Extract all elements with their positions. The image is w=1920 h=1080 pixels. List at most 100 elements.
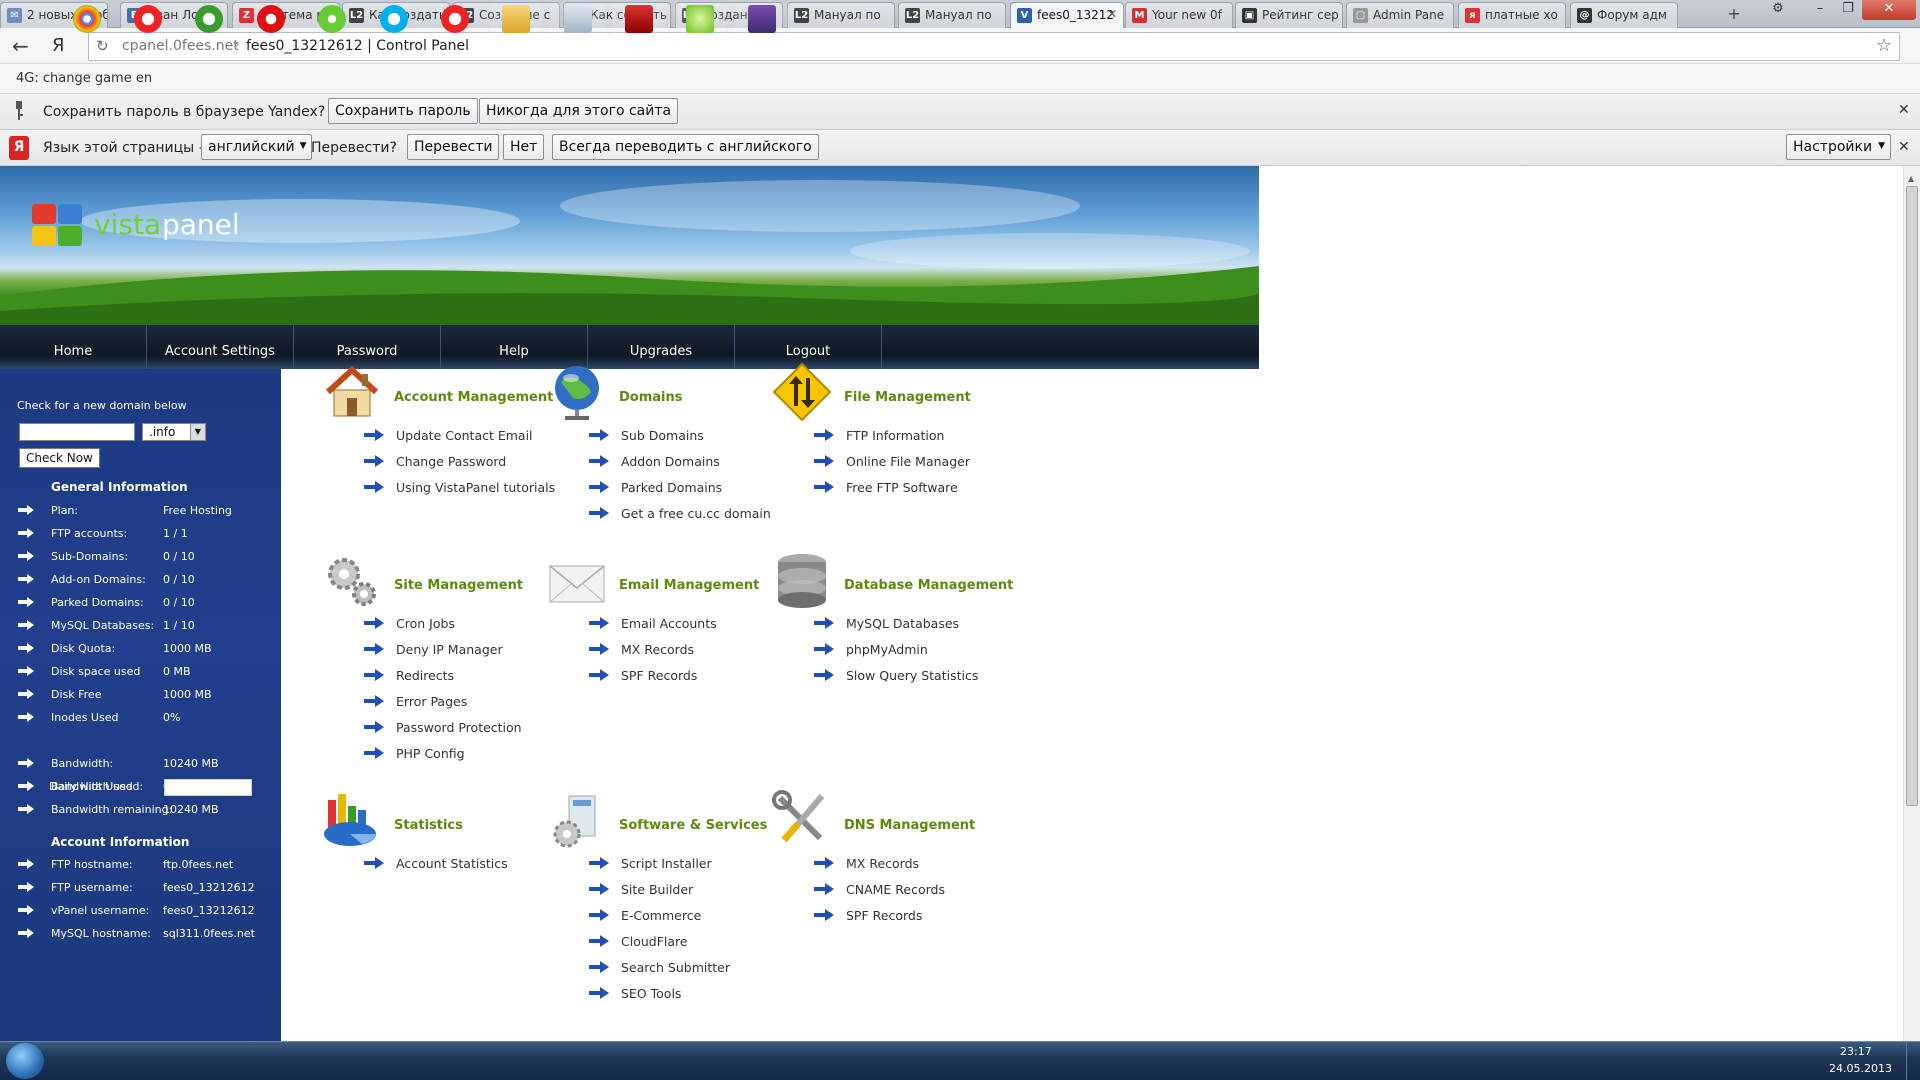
nav-home[interactable]: Home: [0, 325, 147, 369]
section-link[interactable]: CNAME Records: [846, 882, 945, 897]
bookmark-item[interactable]: 4G: change game en: [16, 71, 152, 86]
section-link[interactable]: Script Installer: [621, 856, 712, 871]
translate-button[interactable]: Перевести: [407, 134, 500, 160]
domain-input[interactable]: [19, 423, 135, 441]
section-link[interactable]: FTP Information: [846, 428, 944, 443]
sidebar-info-row: Disk Quota: 1000 MB: [0, 641, 281, 659]
arrow-right-icon: [18, 528, 34, 538]
section-link[interactable]: MySQL Databases: [846, 616, 959, 631]
browser-tab[interactable]: я платные хо: [1458, 2, 1566, 28]
section-link[interactable]: Get a free cu.cc domain: [621, 506, 771, 521]
section-link[interactable]: MX Records: [621, 642, 694, 657]
browser-tab[interactable]: L2 Мануал по: [787, 2, 895, 28]
section-link[interactable]: Password Protection: [396, 720, 522, 735]
new-tab-button[interactable]: +: [1722, 4, 1746, 24]
section-link[interactable]: Redirects: [396, 668, 454, 683]
green-app-icon[interactable]: [673, 3, 727, 36]
browser-tab[interactable]: L2 Мануал по: [898, 2, 1006, 28]
section-link[interactable]: Free FTP Software: [846, 480, 958, 495]
back-icon[interactable]: ←: [12, 34, 29, 58]
info-value: fees0_13212612: [163, 881, 255, 894]
link-arrow-icon: [589, 507, 609, 519]
close-password-bar-icon[interactable]: ✕: [1898, 102, 1910, 118]
info-key: FTP accounts:: [51, 527, 128, 540]
nav-account-settings[interactable]: Account Settings: [147, 325, 294, 369]
section-link[interactable]: Addon Domains: [621, 454, 720, 469]
utorrent-icon[interactable]: [182, 3, 236, 36]
section-link[interactable]: Online File Manager: [846, 454, 970, 469]
start-button[interactable]: [6, 1043, 44, 1079]
tab-close-icon[interactable]: ✕: [1107, 7, 1117, 21]
yandex-icon[interactable]: Я: [52, 35, 65, 56]
section-link[interactable]: Email Accounts: [621, 616, 717, 631]
skype-icon[interactable]: [367, 3, 421, 36]
chrome-icon[interactable]: [60, 3, 114, 36]
opera-icon[interactable]: [244, 3, 298, 36]
scroll-thumb[interactable]: [1906, 186, 1918, 806]
yandex-icon[interactable]: [428, 3, 482, 36]
language-select[interactable]: английский ▼: [201, 134, 312, 160]
section-link[interactable]: Sub Domains: [621, 428, 704, 443]
notepad-icon[interactable]: [551, 3, 605, 36]
section-link[interactable]: Update Contact Email: [396, 428, 533, 443]
restore-button[interactable]: ❐: [1834, 0, 1862, 20]
browser-tab[interactable]: Vfees0_13212 ✕: [1010, 2, 1124, 29]
section-link[interactable]: Parked Domains: [621, 480, 722, 495]
sidebar-info-row: Disk Free 1000 MB: [0, 687, 281, 705]
tld-select[interactable]: .info ▼: [142, 423, 206, 441]
section-link[interactable]: Slow Query Statistics: [846, 668, 978, 683]
section-title: Database Management: [844, 578, 1014, 593]
info-value: 1000 MB: [163, 688, 212, 701]
section-link[interactable]: SPF Records: [621, 668, 697, 683]
never-save-button[interactable]: Никогда для этого сайта: [479, 98, 679, 124]
section-link[interactable]: SPF Records: [846, 908, 922, 923]
section-link[interactable]: SEO Tools: [621, 986, 681, 1001]
check-now-button[interactable]: Check Now: [19, 448, 100, 468]
browser-tab[interactable]: M Your new 0f: [1125, 2, 1233, 28]
info-value: sql311.0fees.net: [163, 927, 255, 940]
no-translate-button[interactable]: Нет: [503, 134, 545, 160]
save-password-button[interactable]: Сохранить пароль: [328, 98, 478, 124]
globe-icon: [547, 362, 607, 422]
info-value: 10240 MB: [163, 757, 219, 770]
browser-tab[interactable]: ▣ Рейтинг сер: [1235, 2, 1343, 28]
link-arrow-icon: [364, 695, 384, 707]
winrar-icon[interactable]: [735, 3, 789, 36]
yandex-browser-icon[interactable]: [121, 3, 175, 36]
section-title: Site Management: [394, 578, 524, 593]
section-link[interactable]: PHP Config: [396, 746, 465, 761]
section-link[interactable]: Account Statistics: [396, 856, 508, 871]
bookmark-star-icon[interactable]: ☆: [1876, 35, 1892, 56]
section-link[interactable]: CloudFlare: [621, 934, 688, 949]
minimize-button[interactable]: –: [1806, 0, 1834, 20]
show-desktop-button[interactable]: [1906, 1042, 1920, 1080]
close-window-button[interactable]: ✕: [1862, 0, 1916, 20]
always-translate-button[interactable]: Всегда переводить с английского: [552, 134, 819, 160]
file-explorer-icon[interactable]: [489, 3, 543, 36]
reload-icon[interactable]: ↻: [96, 37, 109, 55]
vertical-scrollbar[interactable]: ▲: [1903, 166, 1920, 1041]
section-link[interactable]: E-Commerce: [621, 908, 701, 923]
section-link[interactable]: Using VistaPanel tutorials: [396, 480, 555, 495]
close-translate-bar-icon[interactable]: ✕: [1898, 139, 1910, 155]
link-arrow-icon: [589, 909, 609, 921]
tray-icons[interactable]: [1588, 1051, 1808, 1071]
section-link[interactable]: MX Records: [846, 856, 919, 871]
section-link[interactable]: Cron Jobs: [396, 616, 455, 631]
info-value: 0 / 10: [163, 596, 195, 609]
tab-title: Admin Pane: [1373, 8, 1445, 22]
section-link[interactable]: Change Password: [396, 454, 506, 469]
section-link[interactable]: Site Builder: [621, 882, 693, 897]
page-language-label: Язык этой страницы –: [43, 140, 206, 156]
nav-upgrades[interactable]: Upgrades: [588, 325, 735, 369]
browser-tab[interactable]: ▢ Admin Pane: [1346, 2, 1454, 28]
section-link[interactable]: phpMyAdmin: [846, 642, 928, 657]
section-link[interactable]: Search Submitter: [621, 960, 730, 975]
section-link[interactable]: Deny IP Manager: [396, 642, 503, 657]
browser-tab[interactable]: @ Форум адм: [1570, 2, 1678, 28]
translate-settings-button[interactable]: Настройки ▼: [1786, 134, 1892, 160]
section-link[interactable]: Error Pages: [396, 694, 467, 709]
settings-gear-icon[interactable]: ⚙: [1764, 0, 1792, 20]
icq-icon[interactable]: [305, 3, 359, 36]
filezilla-icon[interactable]: [612, 3, 666, 36]
